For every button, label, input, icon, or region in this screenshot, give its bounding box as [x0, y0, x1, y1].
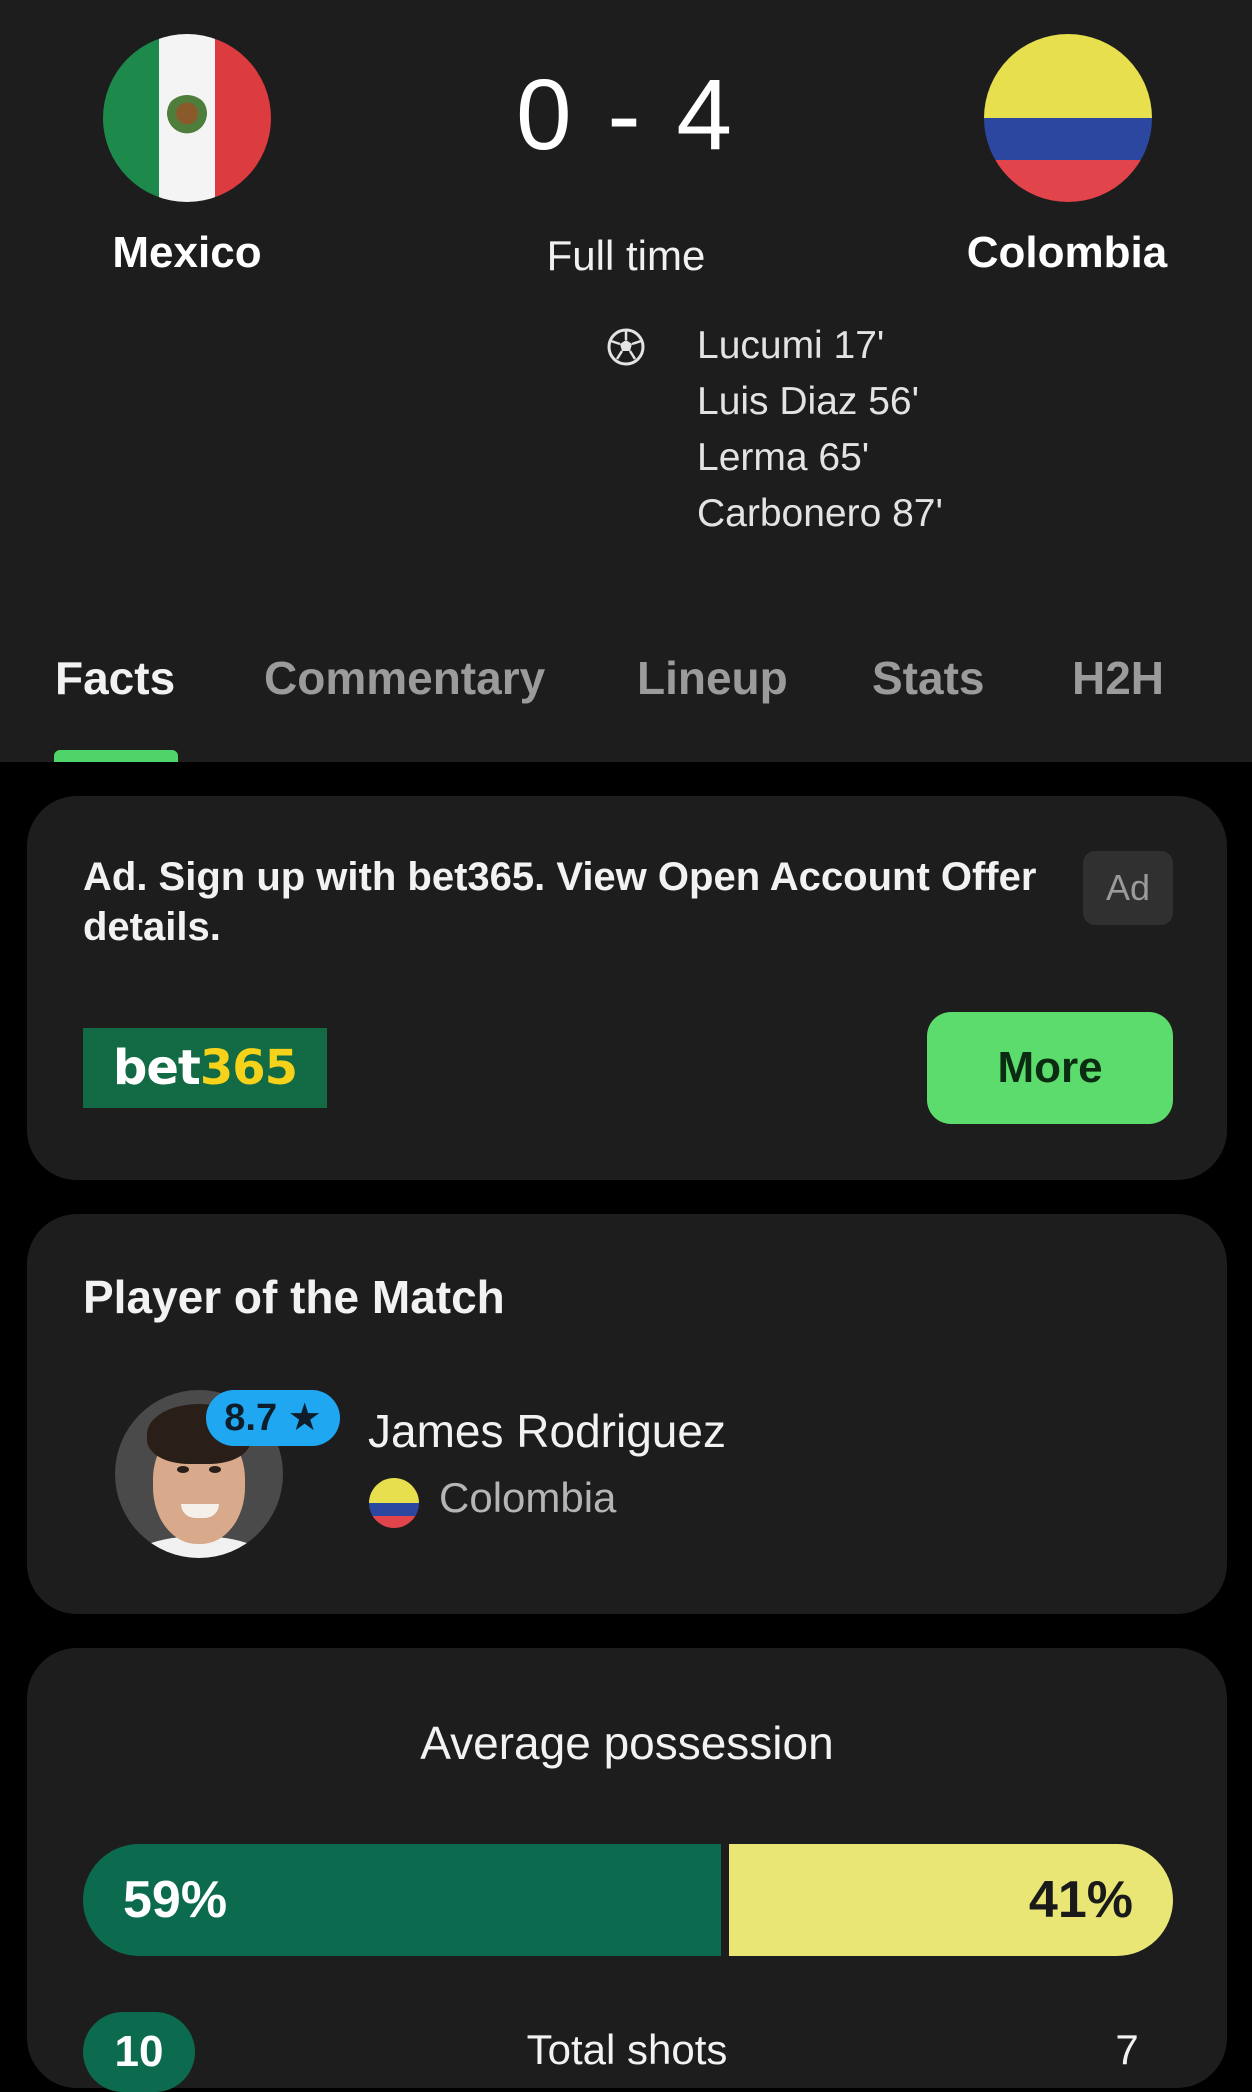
possession-bar: 59% 41%: [83, 1844, 1173, 1956]
ad-card[interactable]: Ad. Sign up with bet365. View Open Accou…: [27, 796, 1227, 1180]
mexico-flag-icon[interactable]: [103, 34, 271, 202]
tab-facts[interactable]: Facts: [55, 640, 175, 716]
match-status: Full time: [546, 232, 706, 279]
logo-text-bet: bet: [112, 1040, 201, 1096]
player-of-match-card[interactable]: Player of the Match 8.7 ★ James Rodrigue…: [27, 1214, 1227, 1614]
player-name[interactable]: James Rodriguez: [368, 1404, 726, 1458]
rating-value: 8.7: [224, 1397, 278, 1439]
more-button[interactable]: More: [927, 1012, 1173, 1124]
player-rating-badge: 8.7 ★: [206, 1390, 340, 1446]
ad-badge: Ad: [1083, 851, 1173, 925]
player-team: Colombia: [439, 1474, 617, 1521]
colombia-flag-icon[interactable]: [984, 34, 1152, 202]
possession-title: Average possession: [420, 1717, 834, 1769]
bet365-logo[interactable]: bet365: [83, 1028, 327, 1108]
away-team-name[interactable]: Colombia: [917, 228, 1217, 278]
total-shots-label: Total shots: [526, 2026, 728, 2073]
goal-scorer: Lucumi 17': [697, 324, 885, 367]
goal-scorer: Carbonero 87': [697, 492, 943, 535]
star-icon: ★: [287, 1397, 322, 1439]
goal-scorer: Luis Diaz 56': [697, 380, 920, 423]
match-header: Mexico 0 - 4 Full time Colombia Lucumi 1…: [0, 0, 1252, 762]
possession-home-value: 59%: [123, 1871, 228, 1929]
tab-lineup[interactable]: Lineup: [637, 640, 788, 716]
possession-away-value: 41%: [1028, 1871, 1133, 1929]
tab-commentary[interactable]: Commentary: [264, 640, 545, 716]
tab-h2h[interactable]: H2H: [1072, 640, 1164, 716]
possession-away-segment: 41%: [729, 1844, 1173, 1956]
possession-home-segment: 59%: [83, 1844, 721, 1956]
home-team-name[interactable]: Mexico: [37, 228, 337, 278]
total-shots-away: 7: [1115, 2026, 1139, 2073]
ad-text: Ad. Sign up with bet365. View Open Accou…: [83, 855, 1037, 949]
stats-card: Average possession 59% 41% 10 Total shot…: [27, 1648, 1227, 2092]
player-of-match-title: Player of the Match: [83, 1271, 505, 1323]
goal-scorer: Lerma 65': [697, 436, 870, 479]
tab-stats[interactable]: Stats: [872, 640, 984, 716]
logo-text-365: 365: [199, 1040, 298, 1096]
match-tabs: Facts Commentary Lineup Stats H2H: [0, 640, 1252, 762]
goal-scorers-list: Lucumi 17' Luis Diaz 56' Lerma 65' Carbo…: [697, 318, 943, 542]
soccer-ball-icon: [607, 328, 645, 366]
colombia-flag-icon: [369, 1478, 419, 1528]
active-tab-indicator: [54, 750, 178, 762]
match-score: 0 - 4: [515, 59, 737, 171]
